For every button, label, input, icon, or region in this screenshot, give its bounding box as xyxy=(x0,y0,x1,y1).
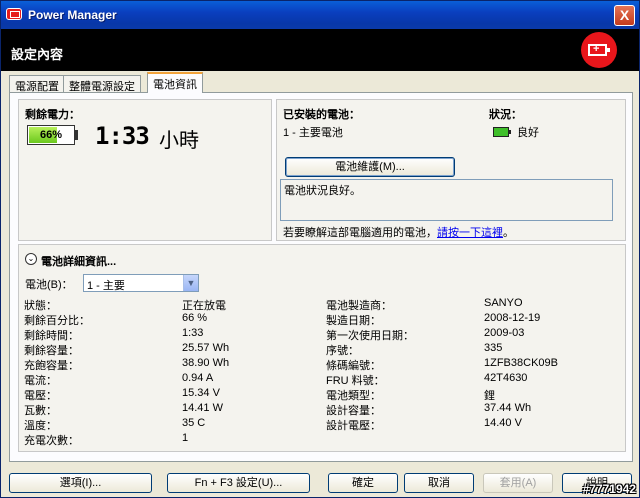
watermark: #7771942 xyxy=(582,482,636,496)
battery-plus-icon: + xyxy=(581,32,617,68)
detail-label: 剩餘時間： xyxy=(24,330,79,342)
detail-value: 鋰 xyxy=(484,390,495,402)
ok-button[interactable]: 確定 xyxy=(328,473,398,493)
detail-label: 設計容量： xyxy=(326,405,381,417)
detail-value: 2009-03 xyxy=(484,327,525,339)
remaining-power-label: 剩餘電力： xyxy=(25,109,80,121)
battery-select[interactable]: 1 - 主要 ▼ xyxy=(83,274,199,292)
detail-value: 0.94 A xyxy=(182,372,214,384)
battery-help-suffix: 。 xyxy=(503,227,514,239)
options-button[interactable]: 選項(I)... xyxy=(9,473,152,493)
detail-value: 25.57 Wh xyxy=(182,342,230,354)
battery-help-link[interactable]: 請按一下這裡 xyxy=(437,227,503,239)
collapse-chevron-icon[interactable]: ⌄ xyxy=(25,253,37,265)
detail-value: 15.34 V xyxy=(182,387,220,399)
battery-details-title[interactable]: 電池詳細資訊... xyxy=(41,253,116,269)
detail-label: 瓦數： xyxy=(24,405,57,417)
battery-maintenance-button[interactable]: 電池維護(M)... xyxy=(285,157,455,177)
detail-label: 製造日期： xyxy=(326,315,381,327)
battery-percent-text: 66% xyxy=(39,129,63,141)
cancel-button[interactable]: 取消 xyxy=(404,473,474,493)
tab-global-power-settings[interactable]: 整體電源設定 xyxy=(63,75,141,93)
battery-status-value: 良好 xyxy=(517,127,539,139)
detail-label: 狀態： xyxy=(24,300,57,312)
battery-message-text: 電池狀況良好。 xyxy=(284,185,361,197)
detail-value: 66 % xyxy=(182,312,208,324)
detail-value: 335 xyxy=(484,342,503,354)
battery-help-text: 若要瞭解這部電腦適用的電池， xyxy=(283,227,437,239)
remaining-time-unit: 小時 xyxy=(159,130,199,152)
apply-button[interactable]: 套用(A) xyxy=(483,473,553,493)
detail-value: 1:33 xyxy=(182,327,204,339)
detail-label: 電壓： xyxy=(24,390,57,402)
detail-label: 溫度： xyxy=(24,420,57,432)
power-manager-app-icon xyxy=(6,8,22,20)
detail-label: 電流： xyxy=(24,375,57,387)
chevron-down-icon[interactable]: ▼ xyxy=(183,275,198,291)
detail-value: 14.41 W xyxy=(182,402,223,414)
detail-value: 1ZFB38CK09B xyxy=(484,357,558,369)
battery-select-value: 1 - 主要 xyxy=(87,280,125,292)
detail-label: 設計電壓： xyxy=(326,420,381,432)
dialog-button-bar: 選項(I)... Fn + F3 設定(U)... 確定 取消 套用(A) 說明 xyxy=(1,471,640,495)
detail-label: 第一次使用日期： xyxy=(326,330,414,342)
window-title: Power Manager xyxy=(28,8,117,22)
detail-value: 2008-12-19 xyxy=(484,312,541,324)
battery-message-box: 電池狀況良好。 xyxy=(280,179,613,221)
battery-select-label: 電池(B)： xyxy=(25,279,73,291)
detail-label: 剩餘百分比： xyxy=(24,315,90,327)
detail-label: 條碼編號： xyxy=(326,360,381,372)
detail-label: 序號： xyxy=(326,345,359,357)
detail-value: SANYO xyxy=(484,297,523,309)
detail-value: 1 xyxy=(182,432,189,444)
detail-value: 正在放電 xyxy=(182,300,226,312)
battery-good-icon xyxy=(493,127,511,137)
battery-help-line: 若要瞭解這部電腦適用的電池，請按一下這裡。 xyxy=(283,224,514,240)
detail-value: 37.44 Wh xyxy=(484,402,532,414)
header-bar: 設定內容 + xyxy=(1,29,639,71)
fn-f3-settings-button[interactable]: Fn + F3 設定(U)... xyxy=(167,473,310,493)
detail-value: 35 C xyxy=(182,417,206,429)
installed-battery-value: 1 - 主要電池 xyxy=(283,127,343,139)
close-button[interactable]: X xyxy=(614,5,635,26)
detail-label: FRU 料號： xyxy=(326,375,385,387)
installed-battery-group: 已安裝的電池： 1 - 主要電池 狀況： 良好 電池維護(M)... 電池狀況良… xyxy=(276,99,626,241)
tab-power-schemes[interactable]: 電源配置 xyxy=(9,75,65,93)
installed-battery-label: 已安裝的電池： xyxy=(283,109,360,121)
battery-status-label: 狀況： xyxy=(489,109,522,121)
detail-value: 14.40 V xyxy=(484,417,522,429)
battery-details-group: ⌄ 電池詳細資訊... 電池(B)： 1 - 主要 ▼ 狀態： 正在放電 剩餘百… xyxy=(18,244,626,452)
battery-level-icon: 66% xyxy=(27,125,75,145)
detail-label: 電池製造商： xyxy=(326,300,392,312)
page-title: 設定內容 xyxy=(11,47,64,62)
battery-tip xyxy=(75,130,78,140)
detail-label: 充飽容量： xyxy=(24,360,79,372)
title-bar[interactable]: Power Manager X xyxy=(1,1,639,29)
remaining-power-group: 剩餘電力： 66% 1:33 小時 xyxy=(18,99,272,241)
detail-label: 充電次數： xyxy=(24,435,79,447)
tab-battery-info[interactable]: 電池資訊 xyxy=(147,72,203,93)
detail-value: 42T4630 xyxy=(484,372,528,384)
battery-info-panel: 剩餘電力： 66% 1:33 小時 已安裝的電池： 1 - 主要電池 狀況： 良… xyxy=(9,92,633,462)
detail-value: 38.90 Wh xyxy=(182,357,230,369)
power-manager-window: Power Manager X 設定內容 + 電源配置 整體電源設定 電池資訊 … xyxy=(0,0,640,498)
remaining-time: 1:33 xyxy=(95,122,150,150)
detail-label: 剩餘容量： xyxy=(24,345,79,357)
detail-label: 電池類型： xyxy=(326,390,381,402)
